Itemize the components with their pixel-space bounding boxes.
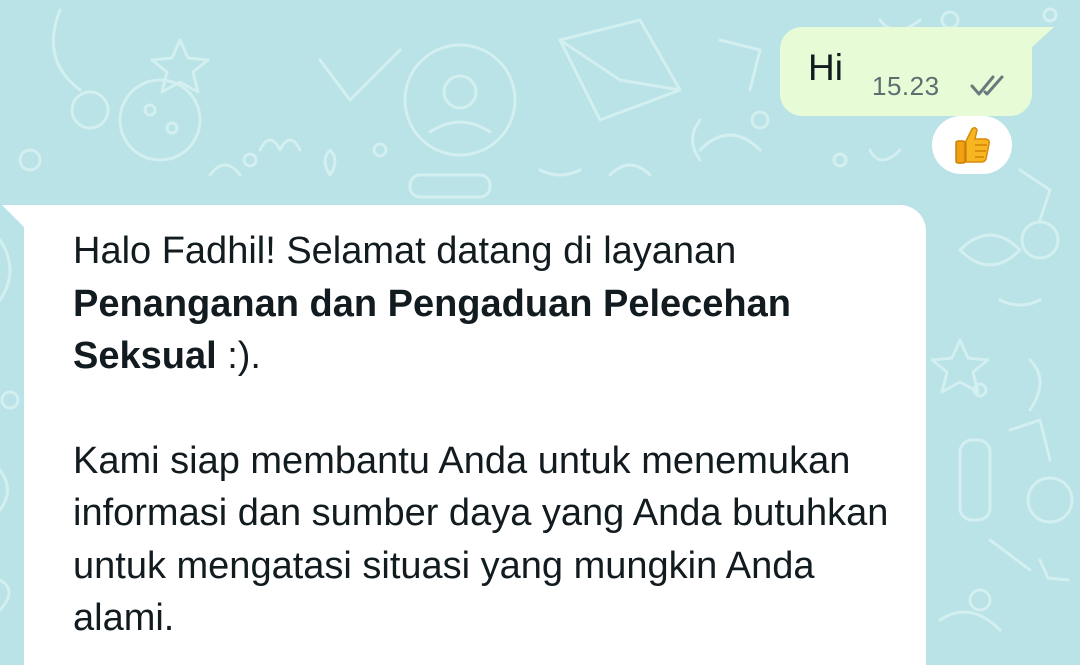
message-time: 15.23	[872, 71, 940, 101]
outgoing-message[interactable]: Hi 15.23	[780, 27, 1054, 116]
message-greeting: Halo Fadhil! Selamat datang di layanan	[73, 230, 737, 272]
thumbs-up-icon	[955, 126, 990, 164]
service-name: Penanganan dan Pengaduan Pelecehan Seksu…	[73, 282, 791, 378]
bubble-tail	[1030, 27, 1054, 49]
message-greeting-end: :).	[216, 335, 261, 377]
reaction-badge[interactable]	[932, 116, 1012, 174]
bubble-tail	[2, 205, 28, 231]
double-check-icon	[970, 75, 1004, 96]
message-text: Hi	[808, 47, 843, 88]
message-paragraph: Kami siap membantu Anda untuk menemukan …	[73, 439, 889, 640]
message-body: Halo Fadhil! Selamat datang di layanan P…	[73, 225, 893, 645]
incoming-message[interactable]: Halo Fadhil! Selamat datang di layanan P…	[2, 205, 926, 665]
